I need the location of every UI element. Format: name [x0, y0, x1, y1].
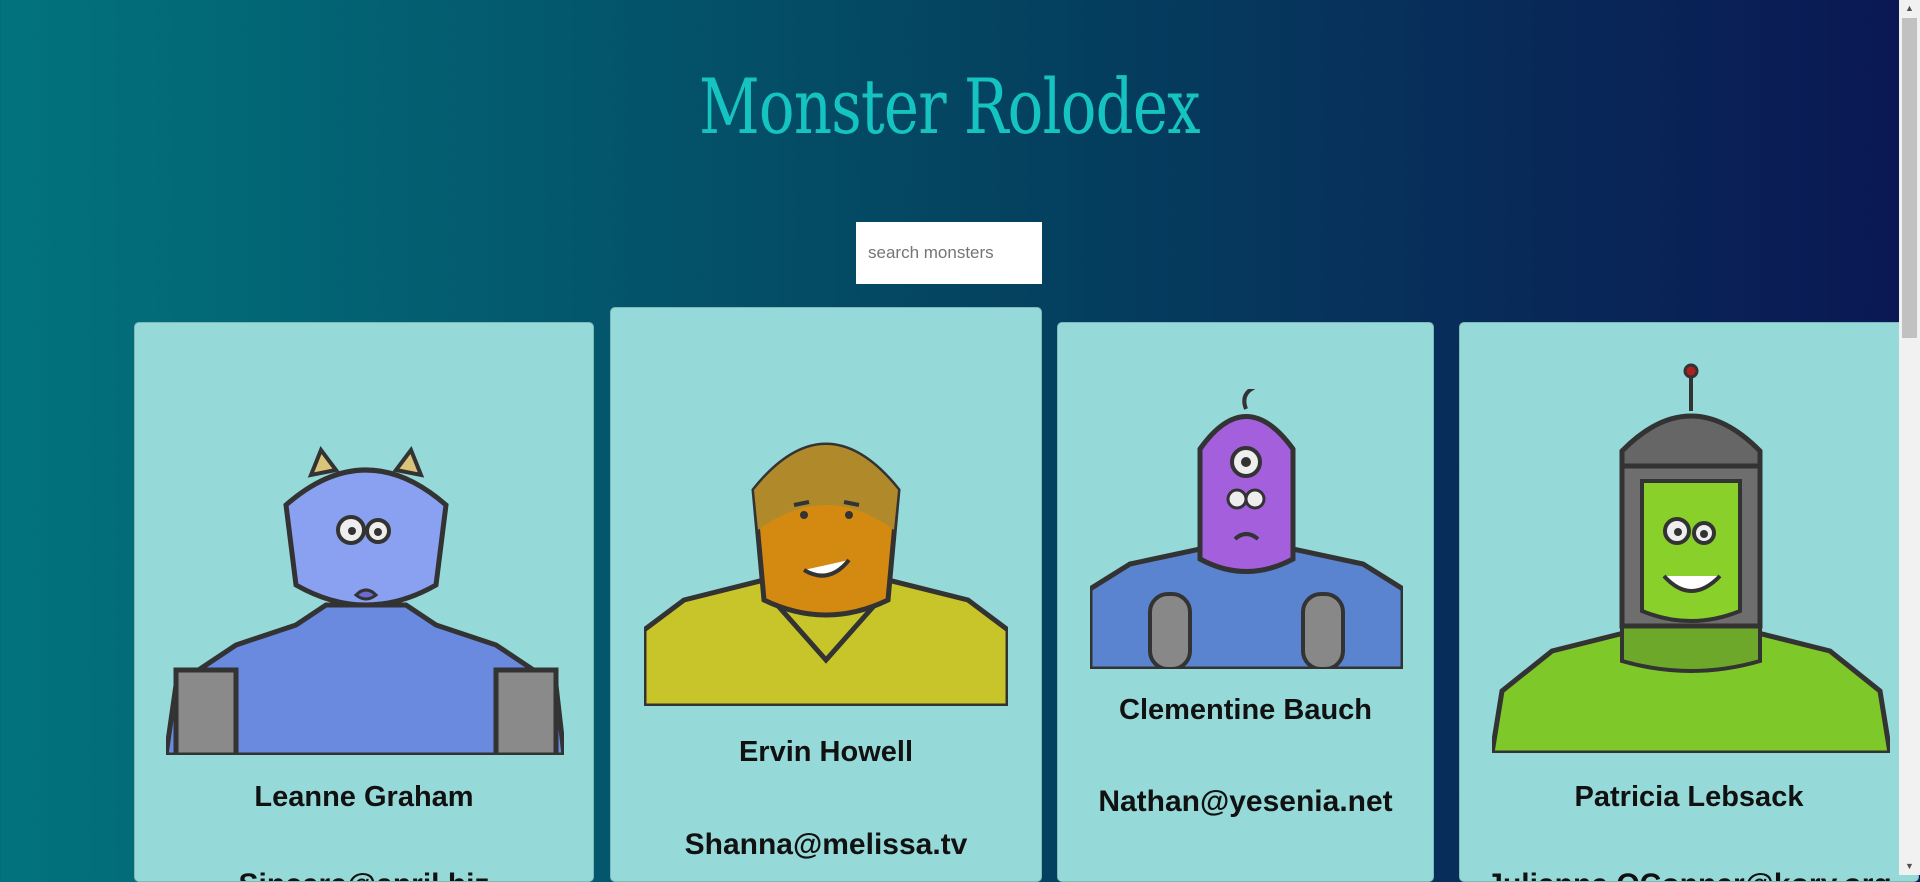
monster-name: Leanne Graham: [254, 781, 474, 813]
monster-image: [1492, 363, 1890, 753]
monster-email: Nathan@yesenia.net: [1098, 785, 1393, 818]
monster-card[interactable]: Patricia Lebsack Julianne.OConner@kory.o…: [1459, 322, 1919, 882]
monster-email: Julianne.OConner@kory.org: [1460, 868, 1918, 881]
monster-name: Ervin Howell: [738, 736, 914, 768]
monster-image: [1090, 389, 1403, 669]
monster-email: Sincere@april.biz: [135, 868, 593, 881]
monster-card[interactable]: Ervin Howell Shanna@melissa.tv: [610, 307, 1042, 882]
monster-name: Clementine Bauch: [1119, 694, 1372, 726]
monster-card[interactable]: Clementine Bauch Nathan@yesenia.net: [1057, 322, 1434, 882]
scroll-up-arrow-icon[interactable]: ▲: [1899, 0, 1920, 17]
monster-image: [644, 442, 1008, 706]
monster-email: Shanna@melissa.tv: [684, 828, 968, 861]
monster-name: Patricia Lebsack: [1574, 781, 1804, 813]
scroll-thumb[interactable]: [1902, 18, 1917, 338]
page-title: Monster Rolodex: [698, 62, 1201, 151]
scroll-down-arrow-icon[interactable]: ▼: [1899, 858, 1920, 875]
monster-image: [166, 445, 564, 755]
vertical-scrollbar[interactable]: ▲ ▼: [1899, 0, 1920, 875]
monster-card[interactable]: Leanne Graham Sincere@april.biz: [134, 322, 594, 882]
search-input[interactable]: [856, 222, 1042, 284]
